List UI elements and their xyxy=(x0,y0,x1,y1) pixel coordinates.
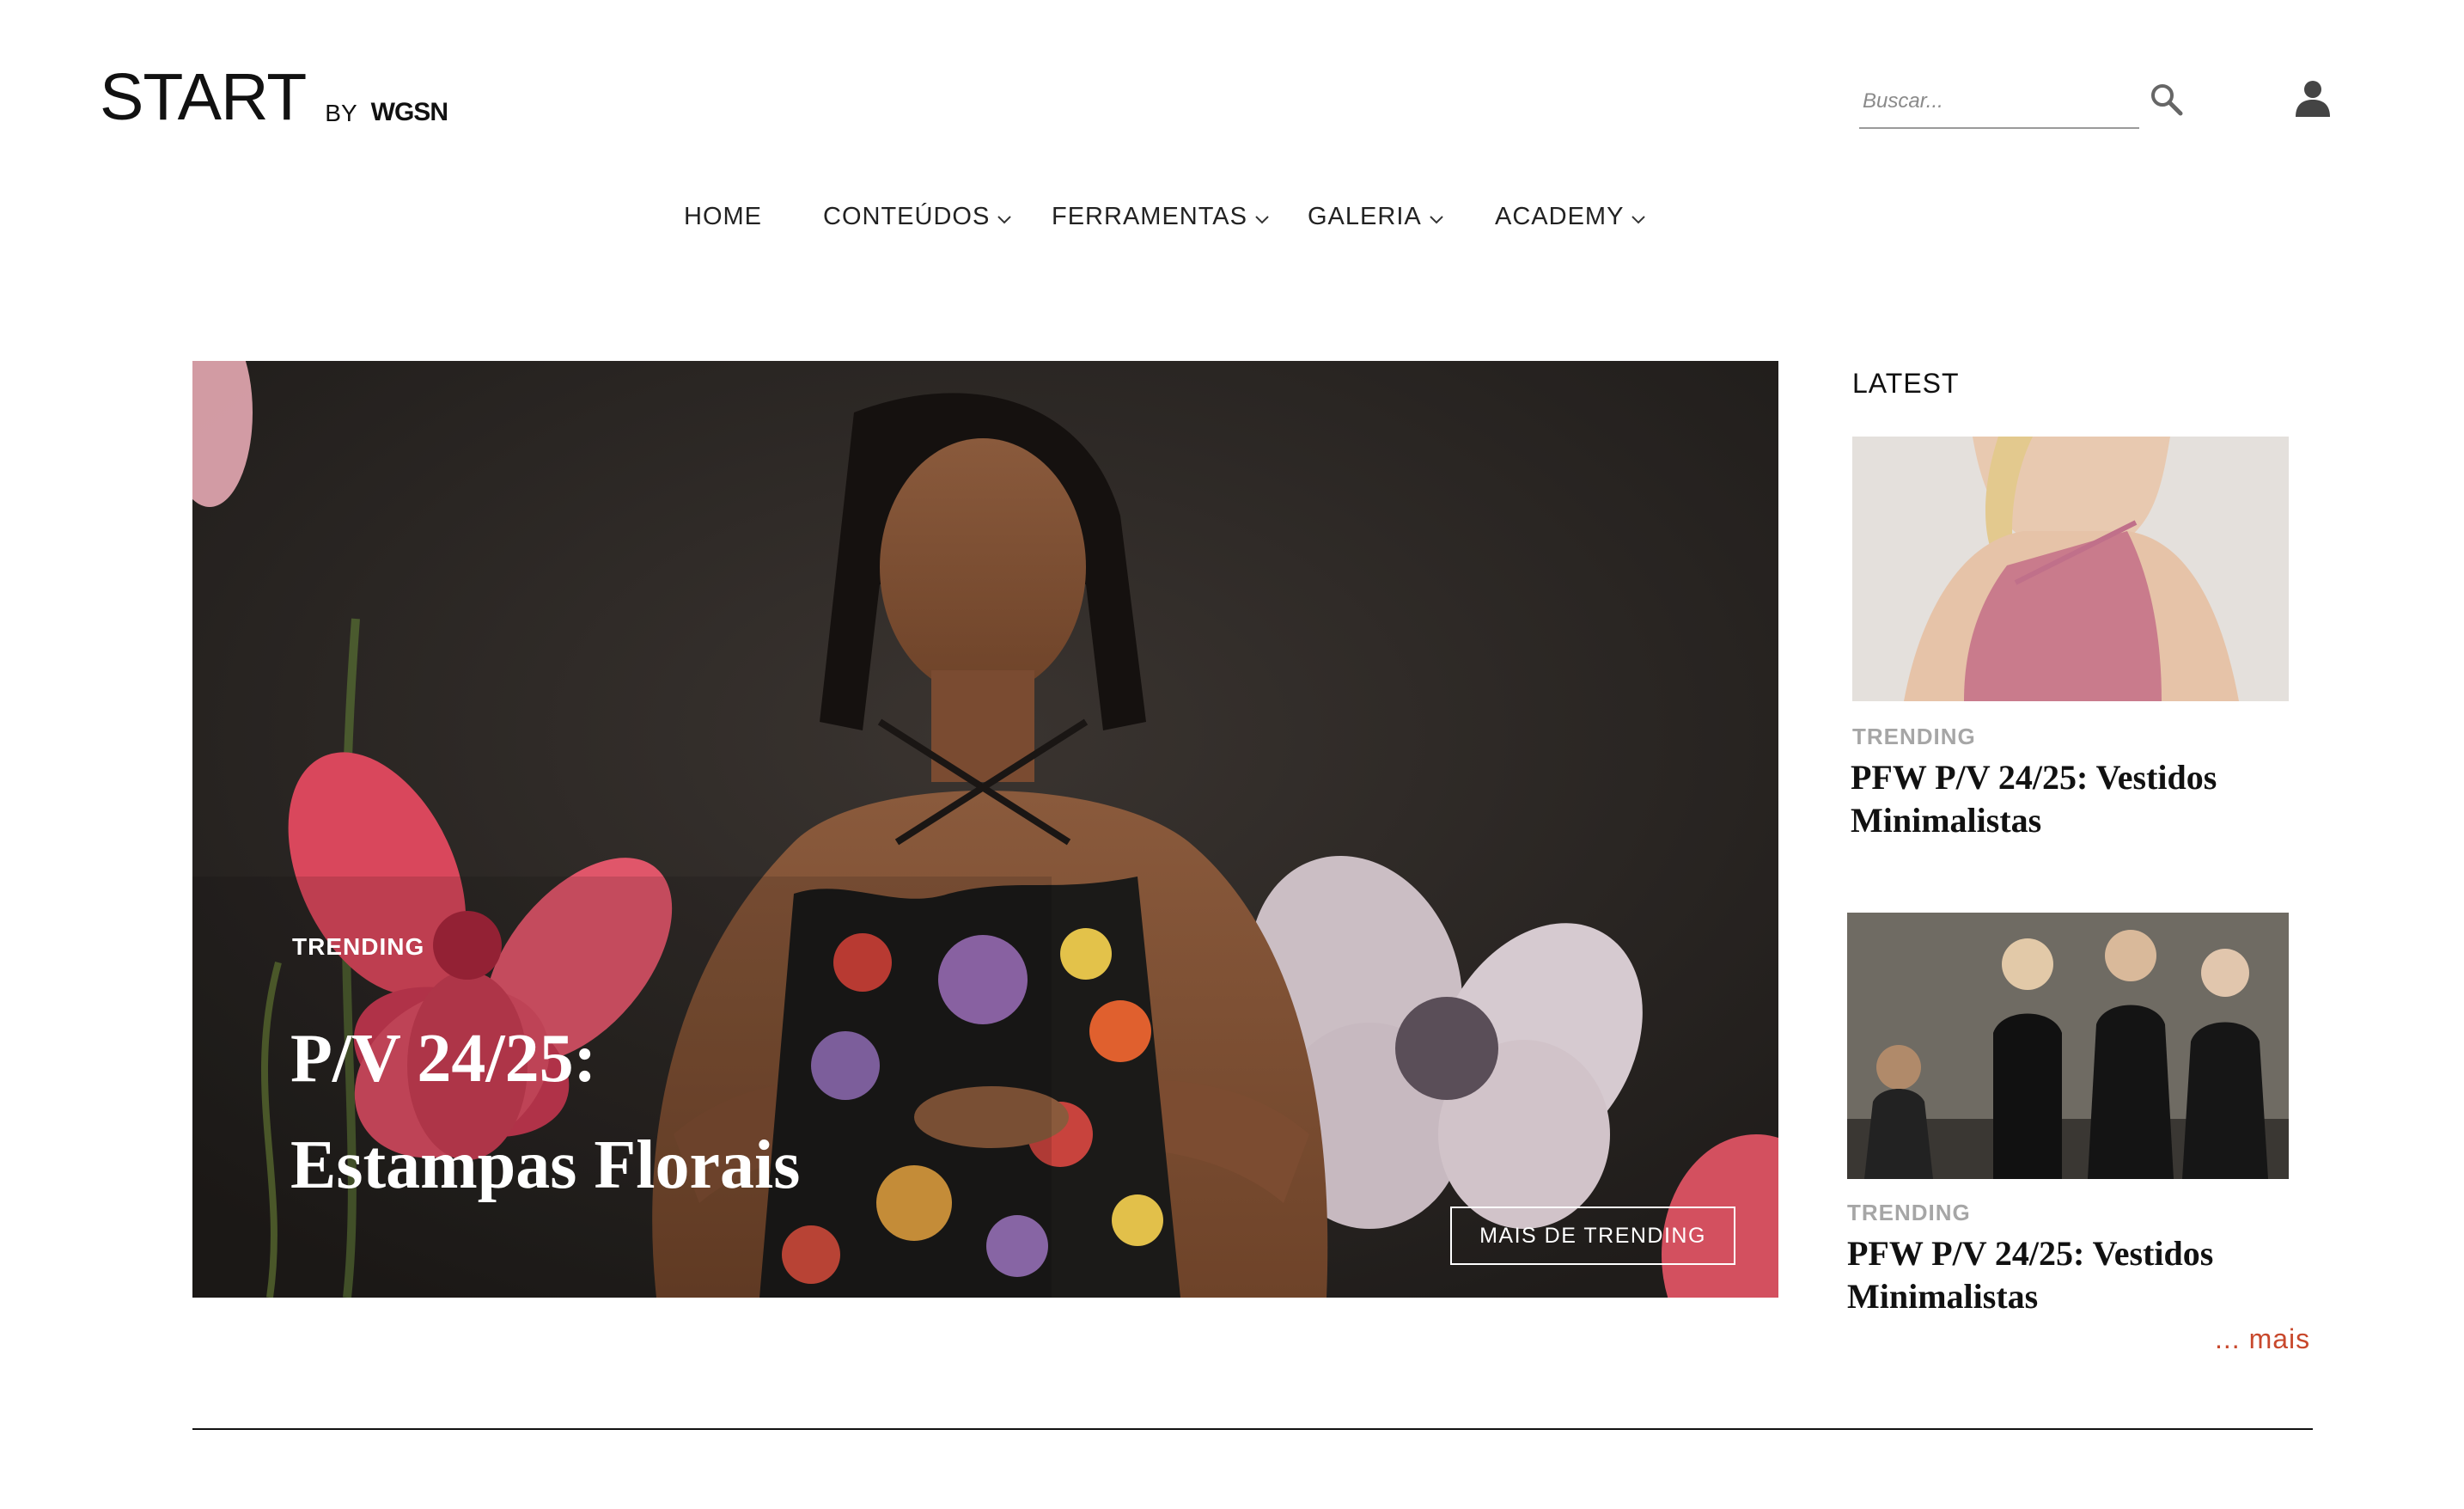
logo-brand-text: WGSN xyxy=(370,98,448,126)
nav-item-label: GALERIA xyxy=(1308,202,1422,230)
latest-card-1-category: TRENDING xyxy=(1852,724,1976,749)
nav-item-label: CONTEÚDOS xyxy=(823,202,991,230)
card-title-line1: PFW P/V 24/25: Vestidos xyxy=(1851,758,2217,797)
main-nav: HOME CONTEÚDOS FERRAMENTAS GALERIA ACADE… xyxy=(0,196,2464,237)
hero-title-line1: P/V 24/25: xyxy=(290,1021,597,1097)
hero-feature[interactable]: TRENDING P/V 24/25: Estampas Florais MAI… xyxy=(192,361,1778,1298)
section-divider xyxy=(192,1428,2313,1430)
chevron-down-icon xyxy=(1255,216,1269,224)
search-box xyxy=(1859,76,2139,129)
card-title-line2: Minimalistas xyxy=(1851,801,2042,840)
latest-card-2-category: TRENDING xyxy=(1847,1200,1971,1225)
nav-item-label: FERRAMENTAS xyxy=(1052,202,1247,230)
latest-card-1-title[interactable]: PFW P/V 24/25: Vestidos Minimalistas xyxy=(1851,756,2332,842)
hero-category: TRENDING xyxy=(292,933,425,960)
nav-item-ferramentas[interactable]: FERRAMENTAS xyxy=(1052,196,1270,237)
chevron-down-icon xyxy=(1430,216,1443,224)
chevron-down-icon xyxy=(1631,216,1646,224)
nav-item-academy[interactable]: ACADEMY xyxy=(1495,196,1646,237)
user-icon[interactable] xyxy=(2292,77,2333,119)
nav-item-conteudos[interactable]: CONTEÚDOS xyxy=(823,196,1012,237)
logo-start-text: START xyxy=(100,60,307,134)
nav-item-home[interactable]: HOME xyxy=(684,196,762,237)
hero-title[interactable]: P/V 24/25: Estampas Florais xyxy=(290,1005,1064,1219)
search-icon[interactable] xyxy=(2148,81,2186,119)
latest-card-2-image[interactable] xyxy=(1847,913,2289,1179)
more-link[interactable]: ... mais xyxy=(2215,1323,2310,1355)
nav-item-label: HOME xyxy=(684,202,762,230)
card-1-photo xyxy=(1852,437,2289,701)
latest-card-1-image[interactable] xyxy=(1852,437,2289,701)
nav-item-label: ACADEMY xyxy=(1495,202,1625,230)
chevron-down-icon xyxy=(997,216,1012,224)
more-trending-button[interactable]: MAIS DE TRENDING xyxy=(1450,1207,1735,1265)
hero-title-line2: Estampas Florais xyxy=(290,1127,801,1203)
card-2-photo xyxy=(1847,913,2289,1179)
logo-by-text: BY xyxy=(325,100,357,126)
latest-heading: LATEST xyxy=(1852,368,1960,399)
search-input[interactable] xyxy=(1859,84,2124,119)
nav-item-galeria[interactable]: GALERIA xyxy=(1308,196,1444,237)
site-logo[interactable]: START BY WGSN xyxy=(100,62,448,131)
card-title-line2: Minimalistas xyxy=(1847,1277,2039,1316)
card-title-line1: PFW P/V 24/25: Vestidos xyxy=(1847,1234,2214,1273)
latest-card-2-title[interactable]: PFW P/V 24/25: Vestidos Minimalistas xyxy=(1847,1232,2328,1318)
